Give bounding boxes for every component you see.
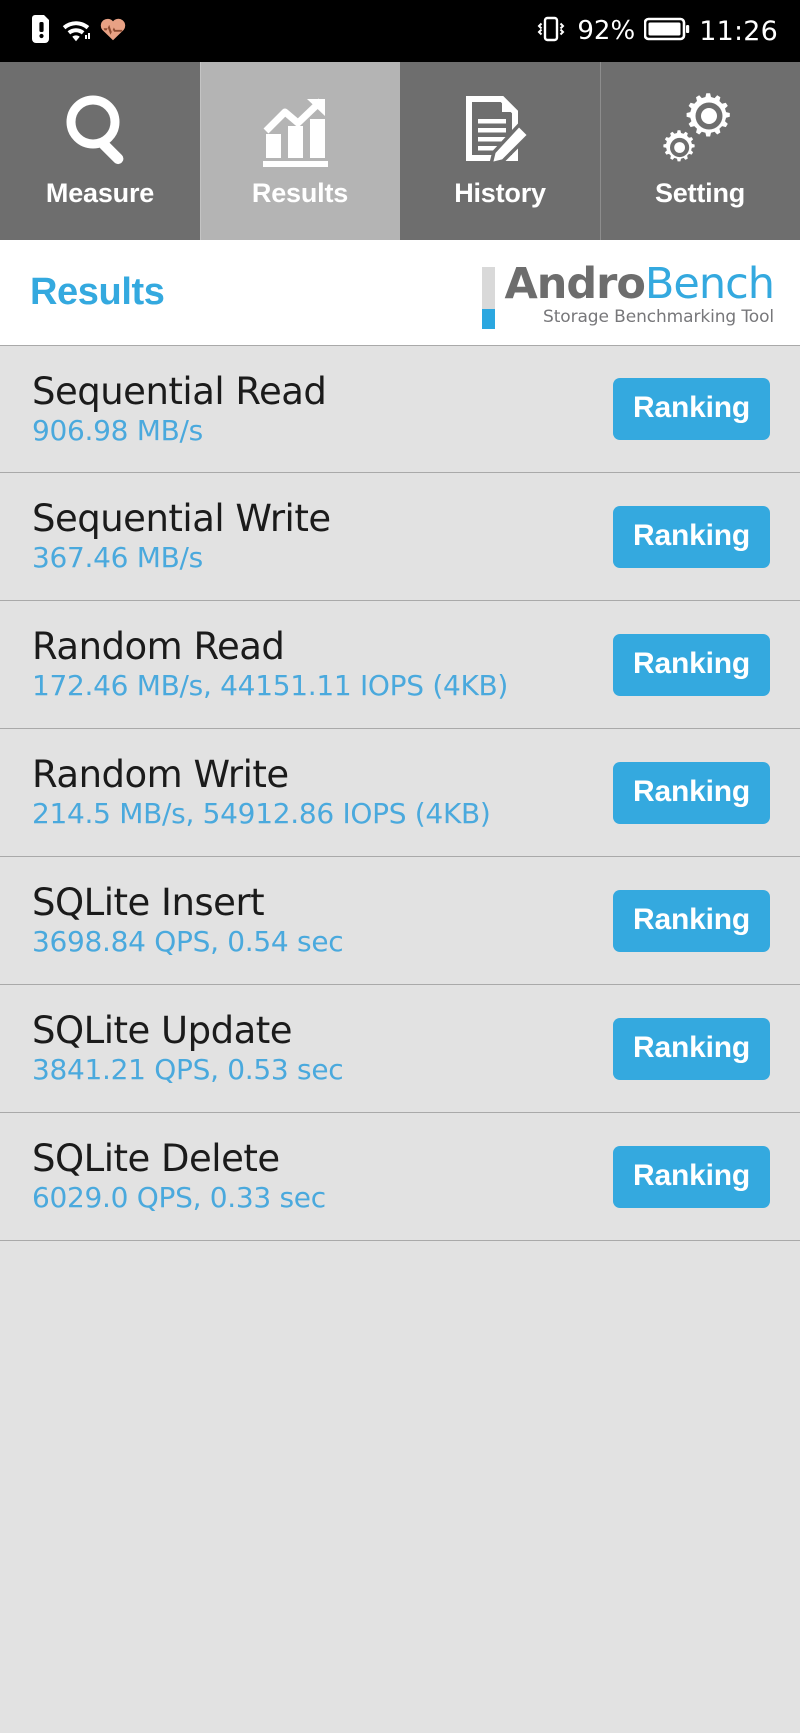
table-row[interactable]: Random Write 214.5 MB/s, 54912.86 IOPS (… — [0, 729, 800, 857]
table-row[interactable]: SQLite Delete 6029.0 QPS, 0.33 sec Ranki… — [0, 1113, 800, 1241]
table-row[interactable]: Sequential Read 906.98 MB/s Ranking — [0, 345, 800, 473]
logo-wordmark: AndroBench — [504, 262, 775, 307]
table-row[interactable]: SQLite Update 3841.21 QPS, 0.53 sec Rank… — [0, 985, 800, 1113]
page-header: Results AndroBench Storage Benchmarking … — [0, 240, 800, 345]
result-name: SQLite Update — [32, 1009, 293, 1053]
result-name: Random Write — [32, 753, 289, 797]
androbench-logo: AndroBench Storage Benchmarking Tool — [482, 257, 775, 329]
logo-word-andro: Andro — [504, 258, 645, 309]
logo-text: AndroBench Storage Benchmarking Tool — [504, 262, 775, 328]
ranking-button[interactable]: Ranking — [613, 1017, 770, 1080]
result-text-group: SQLite Delete 6029.0 QPS, 0.33 sec — [32, 1137, 326, 1215]
result-value: 6029.0 QPS, 0.33 sec — [32, 1181, 326, 1215]
result-name: Sequential Write — [32, 497, 331, 541]
table-row[interactable]: Random Read 172.46 MB/s, 44151.11 IOPS (… — [0, 601, 800, 729]
result-name: SQLite Insert — [32, 881, 265, 925]
tab-history-label: History — [454, 178, 546, 208]
status-bar-right-icons: 92% 11:26 — [534, 16, 778, 47]
tab-history[interactable]: History — [400, 62, 600, 240]
tab-results-label: Results — [251, 178, 349, 208]
result-value: 172.46 MB/s, 44151.11 IOPS (4KB) — [32, 669, 509, 703]
result-value: 3841.21 QPS, 0.53 sec — [32, 1053, 344, 1087]
battery-icon — [643, 17, 690, 45]
gears-icon — [657, 86, 743, 178]
result-name: Random Read — [32, 625, 285, 669]
result-name: Sequential Read — [32, 369, 327, 413]
sdcard-alert-icon — [32, 15, 52, 47]
page-title: Results — [30, 271, 165, 313]
heart-rate-icon — [100, 17, 126, 45]
logo-bars-icon — [482, 266, 496, 329]
table-row[interactable]: Sequential Write 367.46 MB/s Ranking — [0, 473, 800, 601]
document-pencil-icon — [457, 86, 543, 178]
tab-results[interactable]: Results — [200, 62, 400, 240]
result-value: 214.5 MB/s, 54912.86 IOPS (4KB) — [32, 797, 491, 831]
tab-setting[interactable]: Setting — [600, 62, 800, 240]
result-text-group: Random Write 214.5 MB/s, 54912.86 IOPS (… — [32, 753, 491, 831]
table-row[interactable]: SQLite Insert 3698.84 QPS, 0.54 sec Rank… — [0, 857, 800, 985]
ranking-button[interactable]: Ranking — [613, 1145, 770, 1208]
wifi-icon — [61, 16, 91, 46]
result-value: 3698.84 QPS, 0.54 sec — [32, 925, 344, 959]
result-text-group: SQLite Insert 3698.84 QPS, 0.54 sec — [32, 881, 344, 959]
battery-percent-label: 92% — [577, 16, 636, 46]
result-text-group: Sequential Read 906.98 MB/s — [32, 369, 327, 447]
logo-word-bench: Bench — [644, 258, 775, 309]
logo-tagline: Storage Benchmarking Tool — [543, 307, 774, 328]
ranking-button[interactable]: Ranking — [613, 633, 770, 696]
result-value: 906.98 MB/s — [32, 413, 203, 447]
tab-measure-label: Measure — [45, 178, 155, 208]
ranking-button[interactable]: Ranking — [613, 889, 770, 952]
ranking-button[interactable]: Ranking — [613, 505, 770, 568]
status-bar: 92% 11:26 — [0, 0, 800, 62]
tab-measure[interactable]: Measure — [0, 62, 200, 240]
tab-setting-label: Setting — [654, 178, 746, 208]
ranking-button[interactable]: Ranking — [613, 761, 770, 824]
result-text-group: Sequential Write 367.46 MB/s — [32, 497, 331, 575]
status-bar-left-icons — [22, 15, 126, 47]
result-value: 367.46 MB/s — [32, 541, 203, 575]
result-name: SQLite Delete — [32, 1137, 280, 1181]
androbench-results-screen: 92% 11:26 Measure Results History Settin… — [0, 0, 800, 1733]
main-tab-bar: Measure Results History Setting — [0, 62, 800, 240]
magnifier-icon — [57, 86, 143, 178]
status-bar-clock: 11:26 — [699, 15, 778, 47]
bar-chart-icon — [257, 86, 343, 178]
result-text-group: Random Read 172.46 MB/s, 44151.11 IOPS (… — [32, 625, 509, 703]
vibrate-icon — [534, 16, 568, 46]
result-text-group: SQLite Update 3841.21 QPS, 0.53 sec — [32, 1009, 344, 1087]
results-list: Sequential Read 906.98 MB/s Ranking Sequ… — [0, 345, 800, 1733]
ranking-button[interactable]: Ranking — [613, 378, 770, 440]
